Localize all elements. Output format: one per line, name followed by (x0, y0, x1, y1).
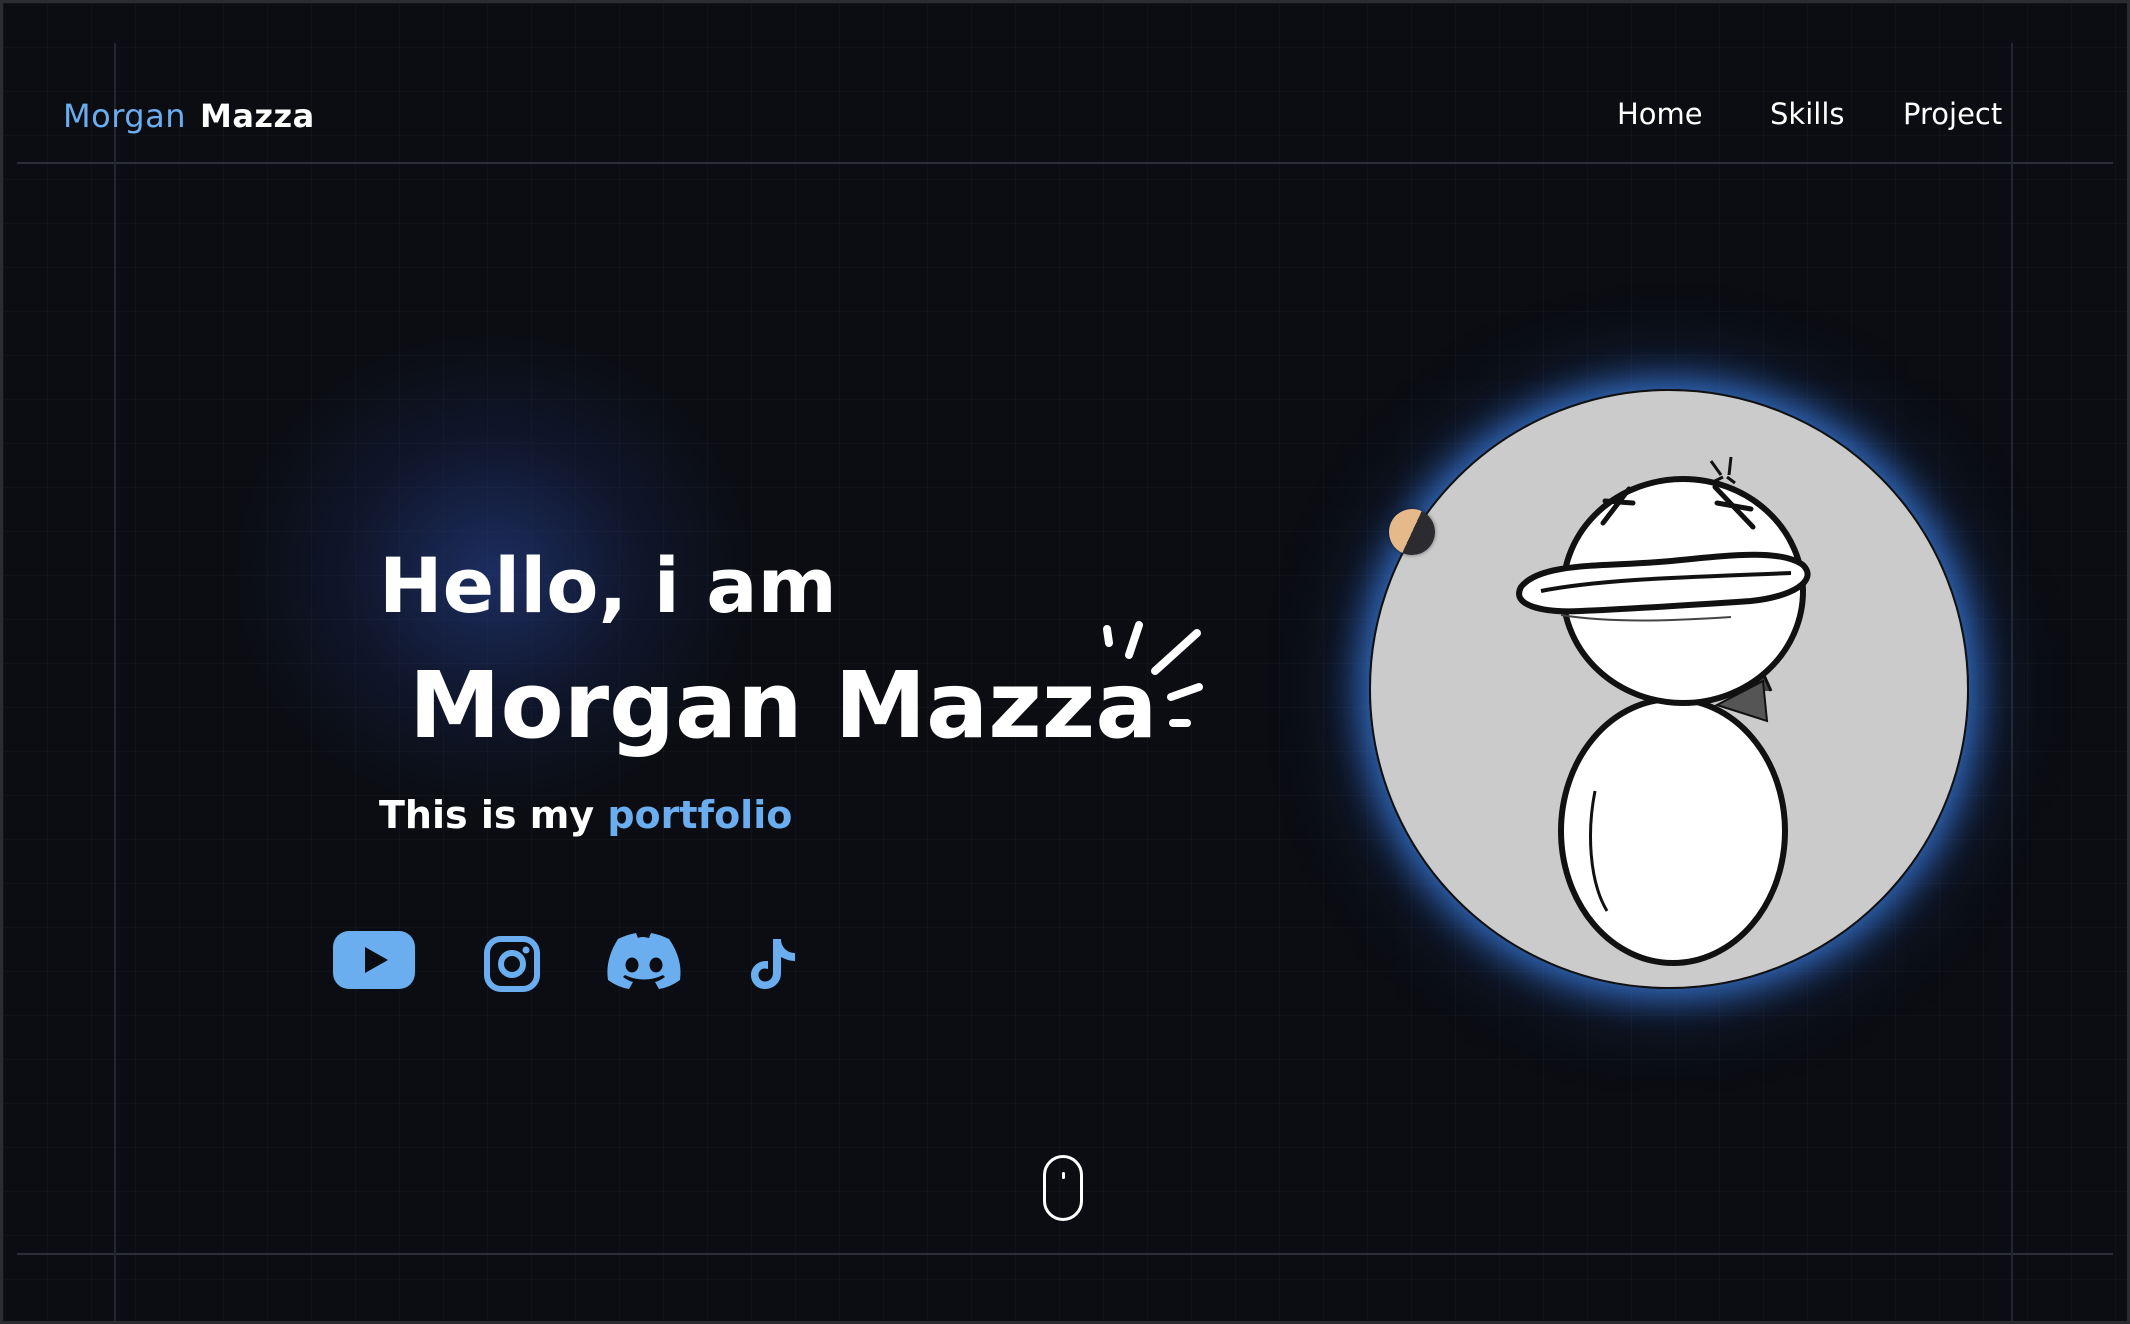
avatar (1369, 389, 1969, 989)
youtube-link[interactable] (333, 931, 415, 989)
tiktok-link[interactable] (749, 937, 799, 991)
left-guide-line (114, 43, 116, 1321)
site-logo[interactable]: Morgan Mazza (63, 97, 315, 135)
youtube-icon (333, 931, 415, 989)
nav-home[interactable]: Home (1617, 97, 1703, 131)
logo-last-name: Mazza (199, 97, 315, 135)
tiktok-icon (751, 939, 795, 989)
cartoon-character-illustration (1516, 456, 1811, 966)
header-divider (17, 162, 2113, 164)
page-frame: Morgan Mazza Home Skills Project Hello, i… (0, 0, 2130, 1324)
scroll-down-mouse-icon[interactable] (1043, 1155, 1083, 1221)
tagline-prefix: This is my (379, 793, 608, 837)
avatar-glow (1369, 389, 1969, 989)
logo-first-name: Morgan (63, 97, 186, 135)
sparkle-icon (1103, 621, 1203, 727)
instagram-link[interactable] (483, 935, 541, 993)
nav-project[interactable]: Project (1903, 97, 2002, 131)
instagram-icon (484, 936, 540, 992)
footer-divider (17, 1253, 2113, 1255)
social-links (333, 931, 813, 1001)
right-guide-line (2011, 43, 2013, 1321)
discord-icon (607, 933, 681, 989)
hero-tagline: This is my portfolio (379, 793, 792, 837)
mouse-wheel (1062, 1172, 1065, 1179)
nav-skills[interactable]: Skills (1770, 97, 1844, 131)
hero-name: Morgan Mazza (409, 652, 1158, 759)
hero-greeting: Hello, i am (379, 541, 837, 630)
discord-link[interactable] (607, 933, 681, 989)
tagline-accent: portfolio (607, 793, 793, 837)
